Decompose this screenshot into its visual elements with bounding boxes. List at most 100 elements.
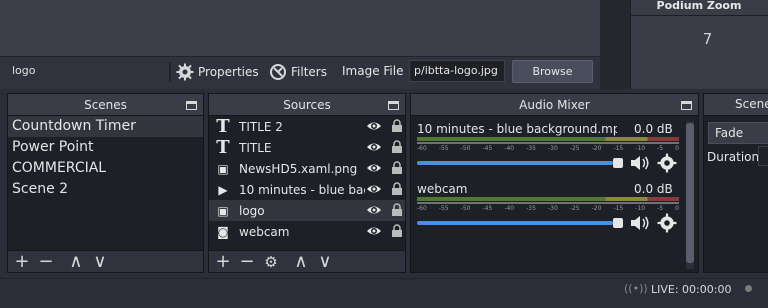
scenes-dock: Scenes Countdown Timer Power Point COMME… xyxy=(7,93,204,273)
source-item[interactable]: T TITLE xyxy=(209,137,405,158)
mixer-channel-db: 0.0 dB xyxy=(634,182,673,196)
sources-list: T TITLE 2 T TITLE ▣ NewsHD5.xaml.png ▶ 10 minut… xyxy=(209,116,405,242)
media-play-icon: ▶ xyxy=(218,182,228,197)
move-source-down-button[interactable]: ∨ xyxy=(315,251,335,272)
image-icon: ▣ xyxy=(217,203,229,218)
mixer-scrollbar-thumb[interactable] xyxy=(686,123,694,263)
move-source-up-button[interactable]: ∧ xyxy=(291,251,311,272)
lock-icon[interactable] xyxy=(391,119,403,133)
scene-item[interactable]: Scene 2 xyxy=(8,179,203,200)
gear-icon[interactable] xyxy=(657,153,677,173)
source-item[interactable]: ▣ logo xyxy=(209,200,405,221)
speaker-icon[interactable] xyxy=(629,154,651,172)
filters-label: Filters xyxy=(291,65,327,79)
meter-tick-label: -30 xyxy=(547,205,558,212)
transition-select[interactable]: Fade xyxy=(708,122,768,144)
lock-icon[interactable] xyxy=(391,182,403,196)
filters-button[interactable]: Filters xyxy=(269,61,327,83)
meter-tick-label: -20 xyxy=(591,145,602,152)
meter-tick-label: -20 xyxy=(591,205,602,212)
source-item[interactable]: ▶ 10 minutes - blue bac xyxy=(209,179,405,200)
undock-icon[interactable] xyxy=(388,101,399,110)
meter-tick-label: -5 xyxy=(657,145,664,152)
remove-source-button[interactable]: − xyxy=(237,251,257,272)
source-label: NewsHD5.xaml.png xyxy=(239,161,358,176)
lock-icon[interactable] xyxy=(391,140,403,154)
meter-tick-label: -45 xyxy=(482,145,493,152)
browse-button[interactable]: Browse xyxy=(512,60,593,83)
visibility-eye-icon[interactable] xyxy=(366,224,382,238)
visibility-eye-icon[interactable] xyxy=(366,182,382,196)
scene-item[interactable]: COMMERCIAL xyxy=(8,158,203,179)
source-label: webcam xyxy=(239,224,290,239)
podium-value: 7 xyxy=(702,30,713,48)
mixer-channel-db: 0.0 dB xyxy=(634,122,673,136)
meter-tick-label: -60 xyxy=(417,205,427,212)
undock-icon[interactable] xyxy=(681,101,692,110)
meter-tick-label: -10 xyxy=(635,145,646,152)
mixer-channel-name: 10 minutes - blue background.mp4 xyxy=(417,122,617,136)
meter-tick-label: -45 xyxy=(482,205,493,212)
meter-tick-label: -25 xyxy=(569,145,580,152)
mixer-scrollbar[interactable] xyxy=(686,121,694,269)
audio-mixer-title: Audio Mixer xyxy=(519,98,590,112)
visibility-eye-icon[interactable] xyxy=(366,140,382,154)
duration-label: Duration xyxy=(707,150,760,164)
volume-meter-peak xyxy=(417,142,679,144)
scene-transitions-dock xyxy=(703,93,768,273)
lock-icon[interactable] xyxy=(391,203,403,217)
volume-fader[interactable] xyxy=(417,221,613,225)
volume-fader[interactable] xyxy=(417,161,613,165)
gear-icon[interactable] xyxy=(657,213,677,233)
sources-header: Sources xyxy=(209,94,405,116)
source-item[interactable]: ◙ webcam xyxy=(209,221,405,242)
remove-scene-button[interactable]: − xyxy=(36,251,56,272)
speaker-icon[interactable] xyxy=(629,214,651,232)
text-icon: T xyxy=(216,137,230,158)
context-bar-side-panel xyxy=(630,56,768,89)
meter-tick-label: 0 xyxy=(675,145,679,152)
volume-fader-handle[interactable] xyxy=(613,158,623,168)
visibility-eye-icon[interactable] xyxy=(366,119,382,133)
duration-field[interactable] xyxy=(758,146,768,166)
meter-tick-label: -50 xyxy=(460,205,471,212)
image-icon: ▣ xyxy=(217,161,229,176)
add-scene-button[interactable]: + xyxy=(12,251,32,272)
sources-title: Sources xyxy=(283,98,331,112)
visibility-eye-icon[interactable] xyxy=(366,203,382,217)
meter-tick-label: -35 xyxy=(526,145,536,152)
meter-tick-label: -55 xyxy=(438,205,449,212)
visibility-eye-icon[interactable] xyxy=(366,161,382,175)
lock-icon[interactable] xyxy=(391,161,403,175)
context-divider xyxy=(169,62,171,82)
meter-tick-label: -50 xyxy=(460,145,471,152)
source-item[interactable]: ▣ NewsHD5.xaml.png xyxy=(209,158,405,179)
volume-fader-handle[interactable] xyxy=(613,218,623,228)
sources-dock: Sources T TITLE 2 T TITLE ▣ NewsHD5.xaml.png ▶… xyxy=(208,93,406,273)
live-timer: LIVE: 00:00:00 xyxy=(651,283,732,296)
podium-divider xyxy=(630,15,768,16)
meter-scale: -60 -55 -50 -45 -40 -35 -30 -25 -20 -15 -10 -5 0 xyxy=(417,205,679,212)
move-scene-up-button[interactable]: ∧ xyxy=(66,251,86,272)
scenes-title: Scenes xyxy=(84,98,127,112)
properties-label: Properties xyxy=(198,65,259,79)
source-item[interactable]: T TITLE 2 xyxy=(209,116,405,137)
camera-icon: ◙ xyxy=(217,224,229,239)
image-file-field[interactable]: p/ibtta-logo.jpg xyxy=(409,60,505,82)
podium-title: Podium Zoom xyxy=(656,0,742,12)
broadcast-icon: ((•)) xyxy=(624,282,648,295)
source-properties-button[interactable]: ⚙ xyxy=(261,252,281,272)
preview-canvas[interactable] xyxy=(0,0,600,56)
move-scene-down-button[interactable]: ∨ xyxy=(90,251,110,272)
meter-tick-label: -10 xyxy=(635,205,646,212)
lock-icon[interactable] xyxy=(391,224,403,238)
add-source-button[interactable]: + xyxy=(213,251,233,272)
properties-button[interactable]: Properties xyxy=(176,61,259,83)
image-file-label: Image File xyxy=(342,64,404,78)
scenes-list: Countdown Timer Power Point COMMERCIAL S… xyxy=(8,116,203,200)
scene-item[interactable]: Power Point xyxy=(8,137,203,158)
undock-icon[interactable] xyxy=(186,101,197,110)
meter-tick-label: -15 xyxy=(613,205,624,212)
sources-toolbar: + − ⚙ ∧ ∨ xyxy=(209,250,405,272)
scene-item[interactable]: Countdown Timer xyxy=(8,116,203,137)
